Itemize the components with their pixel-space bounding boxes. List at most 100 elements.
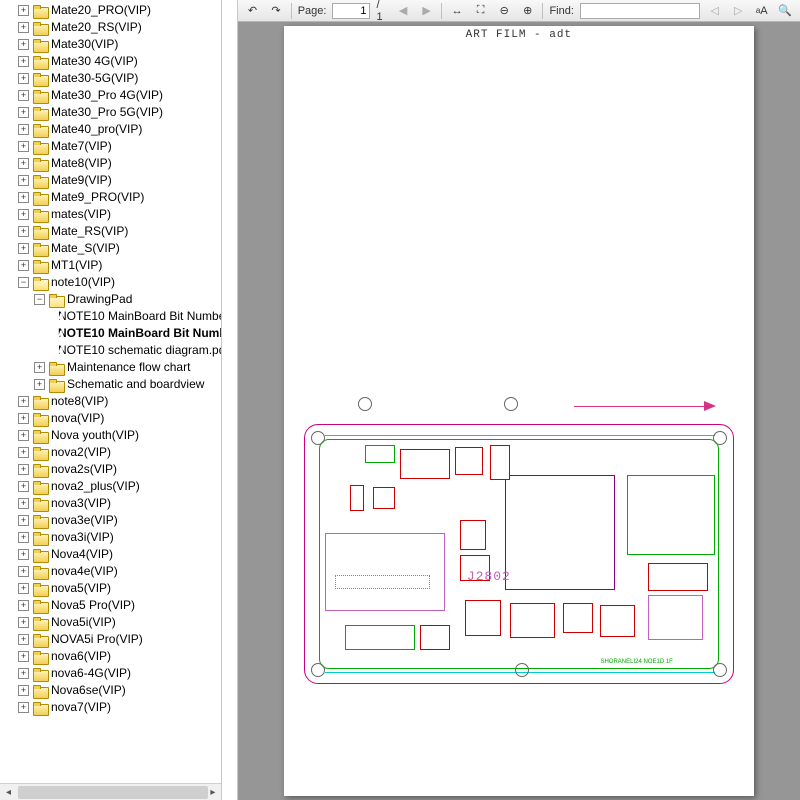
tree-item[interactable]: Schematic and boardview: [0, 376, 221, 393]
page-input[interactable]: [332, 3, 370, 19]
expand-icon[interactable]: [18, 430, 29, 441]
find-input[interactable]: [580, 3, 700, 19]
tree-item[interactable]: NOTE10 schematic diagram.pdf: [0, 342, 221, 359]
tree-item[interactable]: Mate20_PRO(VIP): [0, 2, 221, 19]
expand-icon[interactable]: [18, 583, 29, 594]
expand-icon[interactable]: [18, 73, 29, 84]
expand-icon[interactable]: [18, 396, 29, 407]
tree-item[interactable]: NOTE10 MainBoard Bit Number M: [0, 325, 221, 342]
expand-icon[interactable]: [18, 175, 29, 186]
expand-icon[interactable]: [34, 362, 45, 373]
tree-item[interactable]: Mate20_RS(VIP): [0, 19, 221, 36]
tree-item[interactable]: Mate30_Pro 5G(VIP): [0, 104, 221, 121]
collapse-icon[interactable]: [18, 277, 29, 288]
tree-item[interactable]: Mate40_pro(VIP): [0, 121, 221, 138]
expand-icon[interactable]: [18, 464, 29, 475]
expand-icon[interactable]: [18, 209, 29, 220]
tree-item[interactable]: Mate30 4G(VIP): [0, 53, 221, 70]
binoculars-icon[interactable]: 🔍: [777, 2, 795, 20]
expand-icon[interactable]: [18, 107, 29, 118]
match-case-icon[interactable]: aA: [753, 2, 771, 20]
expand-icon[interactable]: [18, 141, 29, 152]
splitter[interactable]: [222, 0, 237, 800]
tree-item[interactable]: nova2_plus(VIP): [0, 478, 221, 495]
tree-item[interactable]: DrawingPad: [0, 291, 221, 308]
expand-icon[interactable]: [18, 685, 29, 696]
expand-icon[interactable]: [18, 549, 29, 560]
tree-item[interactable]: nova5(VIP): [0, 580, 221, 597]
tree-item[interactable]: mates(VIP): [0, 206, 221, 223]
tree-item[interactable]: NOTE10 MainBoard Bit Number Ma: [0, 308, 221, 325]
tree-item[interactable]: Mate30_Pro 4G(VIP): [0, 87, 221, 104]
expand-icon[interactable]: [18, 651, 29, 662]
tree-item[interactable]: nova(VIP): [0, 410, 221, 427]
expand-icon[interactable]: [18, 600, 29, 611]
find-next-icon[interactable]: ▷: [729, 2, 747, 20]
tree-item[interactable]: nova2(VIP): [0, 444, 221, 461]
tree-item[interactable]: Maintenance flow chart: [0, 359, 221, 376]
tree-item[interactable]: Mate30-5G(VIP): [0, 70, 221, 87]
tree-item[interactable]: nova3(VIP): [0, 495, 221, 512]
zoom-out-icon[interactable]: ⊖: [495, 2, 513, 20]
expand-icon[interactable]: [18, 447, 29, 458]
expand-icon[interactable]: [18, 226, 29, 237]
expand-icon[interactable]: [18, 515, 29, 526]
prev-page-icon[interactable]: ◀: [394, 2, 412, 20]
scroll-left-arrow-icon[interactable]: ◂: [0, 784, 17, 800]
expand-icon[interactable]: [18, 5, 29, 16]
tree-item[interactable]: Nova6se(VIP): [0, 682, 221, 699]
collapse-icon[interactable]: [34, 294, 45, 305]
tree-item[interactable]: Nova5 Pro(VIP): [0, 597, 221, 614]
tree-item[interactable]: MT1(VIP): [0, 257, 221, 274]
scroll-thumb[interactable]: [18, 786, 208, 799]
tree-item[interactable]: note8(VIP): [0, 393, 221, 410]
expand-icon[interactable]: [18, 702, 29, 713]
expand-icon[interactable]: [18, 90, 29, 101]
tree-item[interactable]: note10(VIP): [0, 274, 221, 291]
tree-item[interactable]: nova7(VIP): [0, 699, 221, 716]
fit-page-icon[interactable]: ⛶: [472, 2, 490, 20]
viewer-canvas[interactable]: ART FILM - adt: [238, 22, 800, 800]
tree-item[interactable]: Mate7(VIP): [0, 138, 221, 155]
expand-icon[interactable]: [18, 617, 29, 628]
expand-icon[interactable]: [18, 498, 29, 509]
tree-item[interactable]: nova3i(VIP): [0, 529, 221, 546]
tree-item[interactable]: Mate30(VIP): [0, 36, 221, 53]
expand-icon[interactable]: [18, 192, 29, 203]
tree-item[interactable]: Mate9_PRO(VIP): [0, 189, 221, 206]
expand-icon[interactable]: [18, 243, 29, 254]
tree-item[interactable]: nova6(VIP): [0, 648, 221, 665]
tree-scrollbar-horizontal[interactable]: ◂ ▸: [0, 783, 221, 800]
rotate-left-icon[interactable]: ↶: [244, 2, 262, 20]
next-page-icon[interactable]: ▶: [418, 2, 436, 20]
expand-icon[interactable]: [18, 634, 29, 645]
tree-item[interactable]: nova6-4G(VIP): [0, 665, 221, 682]
tree-item[interactable]: Mate8(VIP): [0, 155, 221, 172]
tree-item[interactable]: Mate9(VIP): [0, 172, 221, 189]
file-tree[interactable]: Mate20_PRO(VIP)Mate20_RS(VIP)Mate30(VIP)…: [0, 0, 221, 716]
expand-icon[interactable]: [18, 22, 29, 33]
find-prev-icon[interactable]: ◁: [706, 2, 724, 20]
expand-icon[interactable]: [18, 260, 29, 271]
tree-item[interactable]: nova3e(VIP): [0, 512, 221, 529]
expand-icon[interactable]: [18, 39, 29, 50]
expand-icon[interactable]: [18, 124, 29, 135]
expand-icon[interactable]: [18, 481, 29, 492]
tree-item[interactable]: nova4e(VIP): [0, 563, 221, 580]
fit-width-icon[interactable]: ↔: [448, 2, 466, 20]
expand-icon[interactable]: [18, 56, 29, 67]
zoom-in-icon[interactable]: ⊕: [519, 2, 537, 20]
tree-item[interactable]: NOVA5i Pro(VIP): [0, 631, 221, 648]
expand-icon[interactable]: [18, 532, 29, 543]
tree-item[interactable]: nova2s(VIP): [0, 461, 221, 478]
expand-icon[interactable]: [18, 566, 29, 577]
tree-item[interactable]: Nova youth(VIP): [0, 427, 221, 444]
expand-icon[interactable]: [18, 413, 29, 424]
expand-icon[interactable]: [18, 158, 29, 169]
tree-item[interactable]: Nova4(VIP): [0, 546, 221, 563]
expand-icon[interactable]: [18, 668, 29, 679]
expand-icon[interactable]: [34, 379, 45, 390]
rotate-right-icon[interactable]: ↷: [267, 2, 285, 20]
tree-item[interactable]: Mate_S(VIP): [0, 240, 221, 257]
tree-item[interactable]: Mate_RS(VIP): [0, 223, 221, 240]
